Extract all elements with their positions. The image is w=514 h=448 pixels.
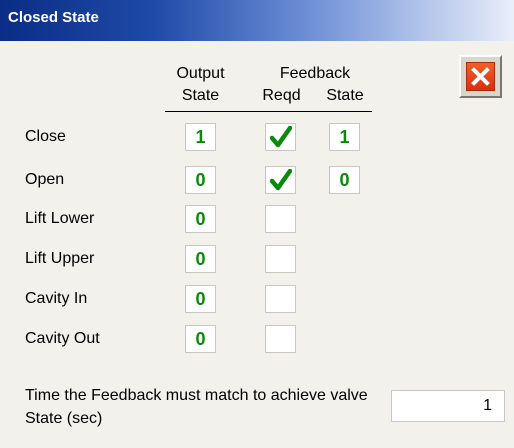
feedback-time-label: Time the Feedback must match to achieve … xyxy=(25,387,368,427)
header-feedback: Feedback xyxy=(279,65,351,82)
feedback-reqd-checkbox[interactable] xyxy=(265,205,296,233)
header-reqd: Reqd xyxy=(262,87,301,104)
feedback-reqd-checkbox[interactable] xyxy=(265,325,296,353)
feedback-reqd-checkbox[interactable] xyxy=(265,285,296,313)
feedback-time-input[interactable]: 1 xyxy=(391,390,505,422)
output-state-field[interactable]: 0 xyxy=(185,166,216,194)
output-state-field[interactable]: 1 xyxy=(185,123,216,151)
feedback-reqd-checkbox[interactable] xyxy=(265,123,296,151)
row-label: Open xyxy=(25,171,65,188)
feedback-reqd-checkbox[interactable] xyxy=(265,245,296,273)
close-button[interactable] xyxy=(459,55,502,98)
output-state-field[interactable]: 0 xyxy=(185,325,216,353)
row-label: Lift Lower xyxy=(25,210,95,227)
output-state-field[interactable]: 0 xyxy=(185,285,216,313)
title-bar: Closed State xyxy=(0,0,514,41)
header-divider xyxy=(165,111,372,112)
header-output: Output State xyxy=(163,63,238,107)
feedback-state-field[interactable]: 1 xyxy=(329,123,360,151)
window-title: Closed State xyxy=(8,9,99,26)
row-label: Cavity Out xyxy=(25,330,100,347)
output-state-field[interactable]: 0 xyxy=(185,205,216,233)
row-label: Lift Upper xyxy=(25,250,95,267)
row-label: Cavity In xyxy=(25,290,88,307)
feedback-state-field[interactable]: 0 xyxy=(329,166,360,194)
header-output-line1: Output xyxy=(176,65,225,82)
row-label: Close xyxy=(25,128,66,145)
close-icon xyxy=(466,62,495,91)
header-state: State xyxy=(326,87,364,104)
feedback-reqd-checkbox[interactable] xyxy=(265,166,296,194)
output-state-field[interactable]: 0 xyxy=(185,245,216,273)
header-output-line2: State xyxy=(181,87,220,104)
